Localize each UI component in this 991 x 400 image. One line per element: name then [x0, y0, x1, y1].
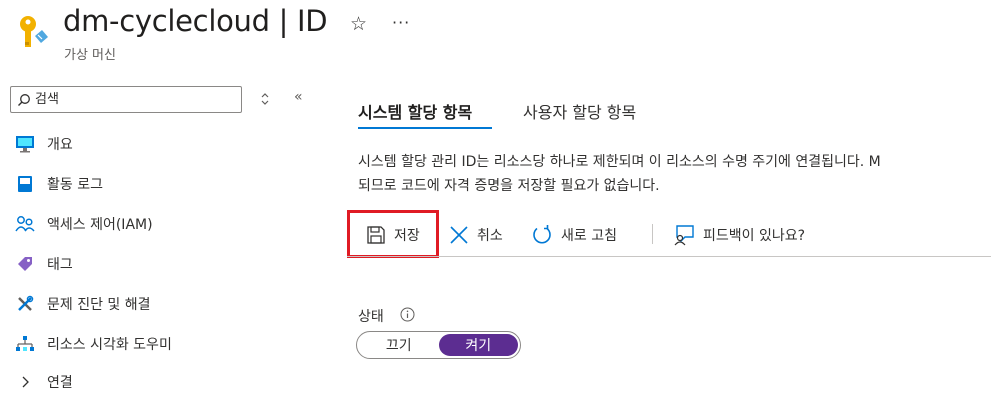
description-text: 시스템 할당 관리 ID는 리소스당 하나로 제한되며 이 리소스의 수명 주기… — [358, 150, 881, 198]
sidebar-item-label: 문제 진단 및 해결 — [47, 297, 151, 313]
chevron-right-icon — [14, 371, 36, 393]
toggle-on-option[interactable]: 켜기 — [438, 334, 518, 356]
refresh-button[interactable]: 새로 고침 — [531, 220, 617, 250]
sidebar-item-overview[interactable]: 개요 — [14, 129, 314, 159]
feedback-label: 피드백이 있나요? — [703, 228, 806, 244]
key-icon — [18, 14, 48, 54]
sidebar-item-label: 연결 — [47, 375, 73, 391]
description-line-2: 되므로 코드에 자격 증명을 저장할 필요가 없습니다. — [358, 178, 660, 194]
toolbar-separator — [652, 224, 653, 244]
sidebar-item-connect[interactable]: 연결 — [14, 367, 314, 397]
description-line-1: 시스템 할당 관리 ID는 리소스당 하나로 제한되며 이 리소스의 수명 주기… — [358, 154, 881, 170]
sidebar-item-access-control[interactable]: 액세스 제어(IAM) — [14, 209, 314, 239]
sort-toggle-icon[interactable] — [258, 91, 272, 107]
toggle-off-option[interactable]: 끄기 — [359, 334, 439, 356]
sidebar-item-label: 액세스 제어(IAM) — [47, 217, 153, 233]
feedback-button[interactable]: 피드백이 있나요? — [673, 220, 805, 250]
hierarchy-icon — [14, 333, 36, 355]
more-options-button[interactable]: ··· — [392, 13, 410, 32]
cancel-button[interactable]: 취소 — [449, 220, 503, 250]
cancel-label: 취소 — [477, 228, 503, 244]
refresh-icon — [533, 225, 551, 244]
sidebar-item-label: 태그 — [47, 257, 73, 273]
status-label: 상태 — [358, 309, 384, 325]
toolbar-divider — [347, 256, 991, 257]
sidebar-item-diagnose[interactable]: 문제 진단 및 해결 — [14, 289, 314, 319]
highlight-box — [347, 210, 439, 258]
sidebar-item-resource-visualizer[interactable]: 리소스 시각화 도우미 — [14, 329, 314, 359]
sidebar-item-tags[interactable]: 태그 — [14, 249, 314, 279]
status-toggle[interactable]: 끄기 켜기 — [356, 331, 521, 359]
refresh-label: 새로 고침 — [561, 228, 617, 244]
search-input[interactable] — [35, 92, 225, 107]
sidebar-item-label: 리소스 시각화 도우미 — [47, 337, 172, 353]
info-icon[interactable] — [400, 307, 415, 322]
close-icon — [450, 226, 468, 244]
people-icon — [14, 213, 36, 235]
search-box[interactable] — [10, 86, 242, 113]
page-subtitle: 가상 머신 — [64, 48, 116, 63]
star-icon[interactable]: ☆ — [350, 13, 367, 35]
tag-icon — [14, 253, 36, 275]
collapse-sidebar-button[interactable]: « — [294, 89, 303, 105]
activity-log-icon — [14, 173, 36, 195]
tab-system-assigned[interactable]: 시스템 할당 항목 — [358, 99, 472, 123]
sidebar-item-label: 활동 로그 — [47, 177, 103, 193]
tab-user-assigned[interactable]: 사용자 할당 항목 — [523, 99, 636, 123]
page-title: dm-cyclecloud | ID — [63, 4, 328, 38]
active-tab-indicator — [358, 127, 492, 129]
search-icon — [18, 93, 30, 106]
feedback-icon — [674, 225, 694, 246]
monitor-icon — [14, 133, 36, 155]
sidebar-item-activity-log[interactable]: 활동 로그 — [14, 169, 314, 199]
wrench-icon — [14, 293, 36, 315]
sidebar-item-label: 개요 — [47, 137, 73, 153]
